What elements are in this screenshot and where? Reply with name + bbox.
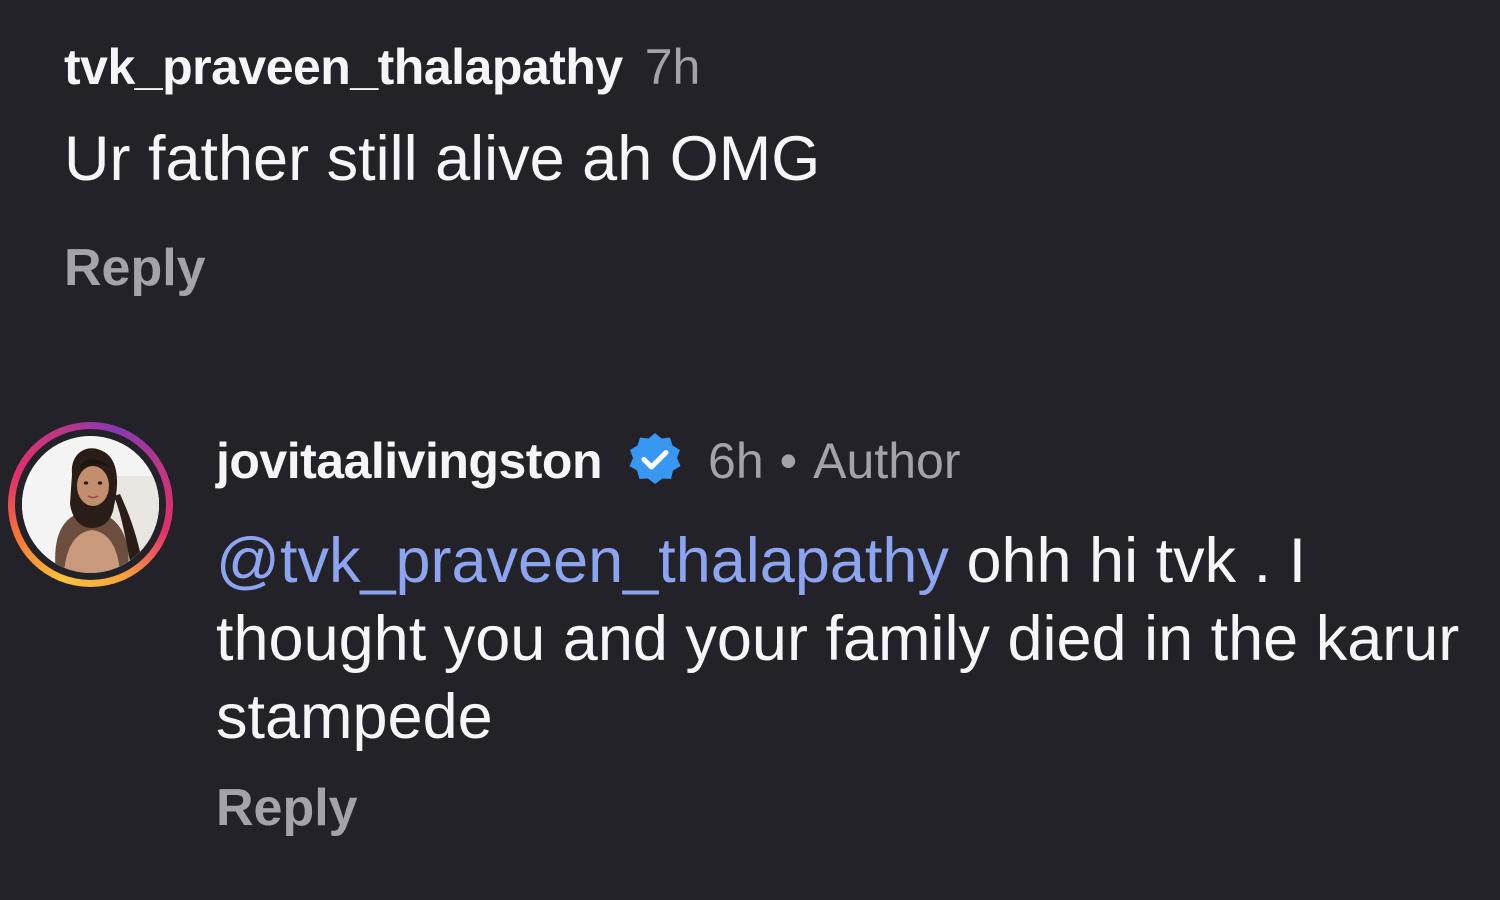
reply-button[interactable]: Reply	[216, 778, 1476, 838]
mention-link[interactable]: @tvk_praveen_thalapathy	[216, 526, 949, 596]
avatar[interactable]	[22, 436, 159, 573]
separator-dot: •	[779, 433, 798, 489]
comment-timestamp: 7h	[644, 39, 701, 95]
comment-header: jovitaalivingston 6h • Author	[216, 430, 1476, 492]
comment-text: @tvk_praveen_thalapathy ohh hi tvk . I t…	[216, 522, 1476, 756]
comment: tvk_praveen_thalapathy 7h Ur father stil…	[64, 38, 1464, 298]
comment-header: tvk_praveen_thalapathy 7h	[64, 38, 1464, 96]
comment-content: jovitaalivingston 6h • Author @tvk_prave…	[216, 430, 1476, 838]
verified-badge-icon	[624, 430, 686, 492]
avatar-portrait-image	[22, 436, 159, 573]
comment-username[interactable]: jovitaalivingston	[216, 432, 603, 490]
author-label: Author	[813, 433, 961, 489]
avatar-story-ring[interactable]	[8, 422, 173, 587]
comment-text: Ur father still alive ah OMG	[64, 124, 821, 194]
reply-button[interactable]: Reply	[64, 238, 1464, 298]
avatar-ring-gap	[15, 429, 166, 580]
comment-username[interactable]: tvk_praveen_thalapathy	[64, 38, 623, 96]
comment-timestamp: 6h	[708, 433, 764, 489]
